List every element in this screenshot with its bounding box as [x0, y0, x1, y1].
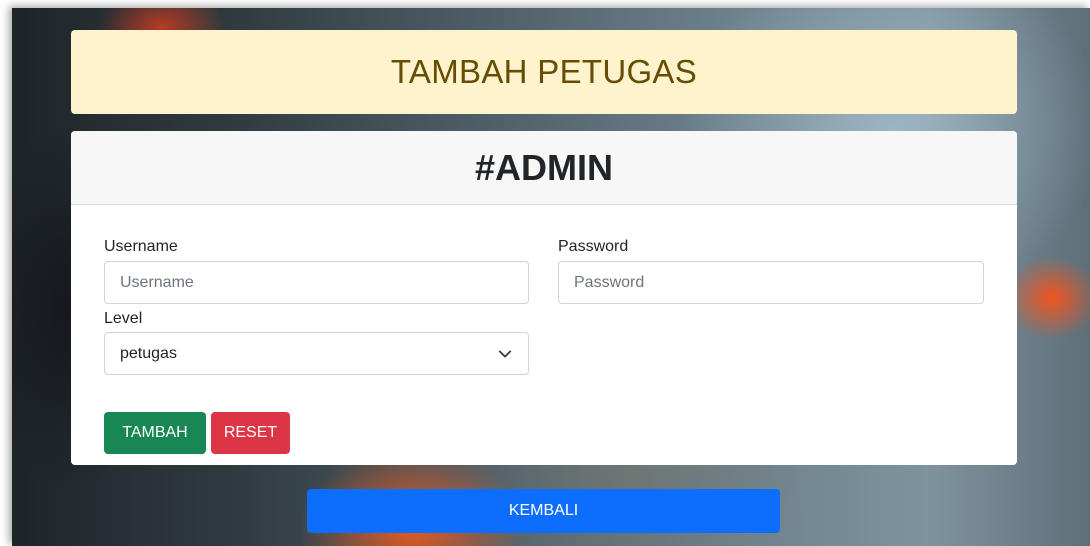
card-header: #ADMIN [71, 131, 1017, 205]
card-header-title: #ADMIN [474, 146, 613, 188]
level-select-value: petugas [120, 344, 177, 362]
username-input[interactable] [104, 261, 529, 304]
admin-form-card: #ADMIN Username Password Level petugas T… [71, 131, 1017, 465]
page-title: TAMBAH PETUGAS [390, 53, 698, 90]
level-label: Level [104, 310, 143, 327]
tambah-button[interactable]: TAMBAH [104, 412, 206, 454]
password-label: Password [558, 238, 629, 255]
kembali-button[interactable]: KEMBALI [307, 489, 780, 533]
password-input[interactable] [558, 261, 984, 304]
username-label: Username [104, 238, 178, 255]
page-title-banner: TAMBAH PETUGAS [71, 30, 1017, 114]
reset-button[interactable]: RESET [211, 412, 290, 454]
chevron-down-icon [498, 350, 512, 358]
page-background: TAMBAH PETUGAS #ADMIN Username Password … [12, 8, 1090, 546]
level-select[interactable]: petugas [104, 332, 529, 375]
